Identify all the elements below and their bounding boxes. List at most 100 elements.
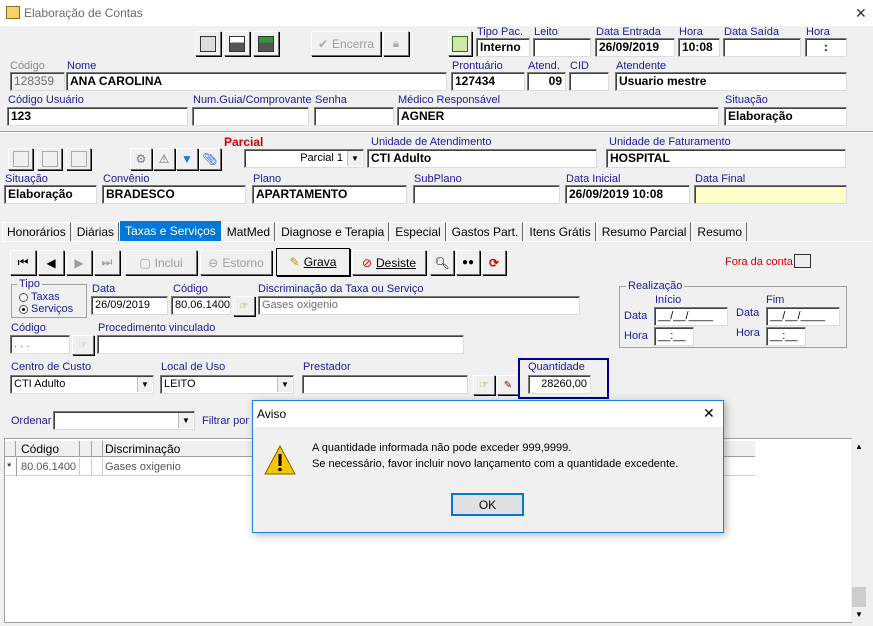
- minus-icon: ⊖: [208, 255, 219, 270]
- lock-button[interactable]: 🔒︎: [383, 31, 409, 56]
- search-proc-button[interactable]: ☞: [72, 335, 94, 355]
- centro-select[interactable]: CTI Adulto ▼: [10, 375, 154, 394]
- hora-fim-field[interactable]: __:__: [766, 327, 806, 346]
- print-preview-button[interactable]: [253, 31, 279, 56]
- inclui-button[interactable]: ▢ Inclui: [125, 250, 197, 275]
- radio-taxas[interactable]: Taxas: [19, 291, 60, 303]
- codigo2-field[interactable]: . . .: [10, 335, 70, 354]
- data-field[interactable]: 26/09/2019: [91, 296, 168, 315]
- tab-resumo-parcial[interactable]: Resumo Parcial: [596, 222, 692, 241]
- ok-button[interactable]: OK: [451, 493, 524, 516]
- tab-matmed[interactable]: MatMed: [221, 222, 276, 241]
- tab-itens-gratis[interactable]: Itens Grátis: [524, 222, 596, 241]
- tab-honorarios[interactable]: Honorários: [2, 222, 71, 241]
- codigo-usuario-label: Código Usuário: [8, 94, 84, 106]
- grava-button[interactable]: ✎ Grava: [276, 248, 350, 276]
- tab-resumo[interactable]: Resumo: [692, 222, 748, 241]
- dialog-close-icon[interactable]: ✕: [703, 405, 715, 422]
- encerra-button[interactable]: ✔ Encerra: [311, 31, 381, 56]
- prestador-field[interactable]: [302, 375, 468, 394]
- binoculars-button[interactable]: ●●: [456, 250, 480, 275]
- scroll-down-icon[interactable]: ▼: [855, 610, 863, 619]
- prev-record-button[interactable]: ◀: [38, 250, 64, 275]
- senha-field[interactable]: [314, 107, 394, 126]
- cid-field[interactable]: [569, 72, 609, 91]
- desiste-button[interactable]: ⊘ Desiste: [352, 250, 426, 275]
- hora-field[interactable]: 10:08: [678, 38, 720, 57]
- hora-ini-field[interactable]: __:__: [654, 327, 694, 346]
- data-saida-field[interactable]: [723, 38, 801, 57]
- edit-prestador-button[interactable]: ✎: [497, 375, 519, 395]
- estorno-button[interactable]: ⊖ Estorno: [200, 250, 272, 275]
- situacao2-field[interactable]: Elaboração: [4, 185, 97, 204]
- parcial-select[interactable]: Parcial 1 ▼: [244, 149, 364, 168]
- fora-conta-icon[interactable]: [794, 254, 811, 268]
- codigo-taxa-field[interactable]: 80.06.1400: [171, 296, 231, 315]
- gear-button[interactable]: ⚙: [130, 148, 152, 170]
- close-icon[interactable]: ✕: [855, 5, 867, 22]
- tipo-pac-field[interactable]: Interno: [476, 38, 530, 57]
- unidade-fat-field[interactable]: HOSPITAL: [606, 149, 846, 168]
- nome-field[interactable]: ANA CAROLINA: [66, 72, 447, 91]
- unidade-atend-field[interactable]: CTI Adulto: [367, 149, 597, 168]
- vertical-scrollbar[interactable]: ▲ ▼: [851, 439, 868, 622]
- data-fim-field[interactable]: __/__/____: [766, 307, 840, 326]
- tab-diagnose-terapia[interactable]: Diagnose e Terapia: [276, 222, 390, 241]
- filter-button[interactable]: ▼: [176, 148, 198, 170]
- data-inicial-field[interactable]: 26/09/2019 10:08: [565, 185, 690, 204]
- tab-gastos-part[interactable]: Gastos Part.: [446, 222, 524, 241]
- proc-field[interactable]: [97, 335, 464, 354]
- close-parcial-button[interactable]: [37, 148, 62, 170]
- tab-diarias[interactable]: Diárias: [71, 222, 120, 241]
- refresh-button[interactable]: ⟳: [482, 250, 506, 275]
- convenio-field[interactable]: BRADESCO: [102, 185, 246, 204]
- leito-field[interactable]: [533, 38, 591, 57]
- last-record-button[interactable]: ⏭︎: [94, 250, 120, 275]
- search-taxa-button[interactable]: ☞: [233, 296, 255, 316]
- header-discriminacao[interactable]: Discriminação: [105, 442, 245, 456]
- chevron-down-icon[interactable]: ▼: [277, 377, 292, 392]
- chevron-down-icon[interactable]: ▼: [137, 377, 152, 392]
- atend-field[interactable]: 09: [527, 72, 566, 91]
- next-record-button[interactable]: ▶: [66, 250, 92, 275]
- open-parcial-button[interactable]: [8, 148, 33, 170]
- tab-taxas-servicos[interactable]: Taxas e Serviços: [120, 221, 221, 241]
- num-guia-field[interactable]: [192, 107, 309, 126]
- unidade-atend-label: Unidade de Atendimento: [371, 136, 492, 148]
- patient-button[interactable]: [448, 31, 472, 56]
- radio-servicos[interactable]: Serviços: [19, 303, 73, 315]
- properties-icon: [200, 35, 216, 52]
- scroll-up-icon[interactable]: ▲: [855, 442, 863, 451]
- attach-button[interactable]: 📎︎: [199, 148, 221, 170]
- subplano-field[interactable]: [413, 185, 560, 204]
- plano-field[interactable]: APARTAMENTO: [252, 185, 407, 204]
- data-final-field[interactable]: [694, 185, 847, 204]
- chevron-down-icon[interactable]: ▼: [178, 413, 193, 428]
- discriminacao-field[interactable]: Gases oxigenio: [258, 296, 580, 315]
- copy-parcial-button[interactable]: [66, 148, 91, 170]
- hora2-field[interactable]: :: [805, 38, 847, 57]
- tab-especial[interactable]: Especial: [390, 222, 446, 241]
- medico-field[interactable]: AGNER: [397, 107, 719, 126]
- print-button[interactable]: [224, 31, 250, 56]
- first-record-button[interactable]: ⏮︎: [10, 250, 36, 275]
- ordenar-select[interactable]: ▼: [53, 411, 195, 430]
- warning-button[interactable]: ⚠: [153, 148, 175, 170]
- row-sep: [102, 458, 103, 476]
- scroll-thumb[interactable]: [852, 587, 866, 607]
- properties-button[interactable]: [195, 31, 221, 56]
- situacao-field[interactable]: Elaboração: [724, 107, 847, 126]
- chevron-down-icon[interactable]: ▼: [347, 151, 362, 166]
- prontuario-field[interactable]: 127434: [451, 72, 525, 91]
- local-select[interactable]: LEITO ▼: [160, 375, 294, 394]
- data-entrada-field[interactable]: 26/09/2019: [595, 38, 675, 57]
- zoom-button[interactable]: 🔍︎: [430, 250, 454, 275]
- search-prestador-button[interactable]: ☞: [473, 375, 495, 395]
- row-sep: [91, 458, 92, 476]
- quantidade-field[interactable]: 28260,00: [528, 375, 591, 394]
- atendente-field[interactable]: Usuario mestre: [615, 72, 847, 91]
- data-ini-field[interactable]: __/__/____: [654, 307, 728, 326]
- codigo-usuario-field[interactable]: 123: [7, 107, 188, 126]
- warning-icon: [264, 445, 296, 475]
- folder-icon: [41, 151, 58, 167]
